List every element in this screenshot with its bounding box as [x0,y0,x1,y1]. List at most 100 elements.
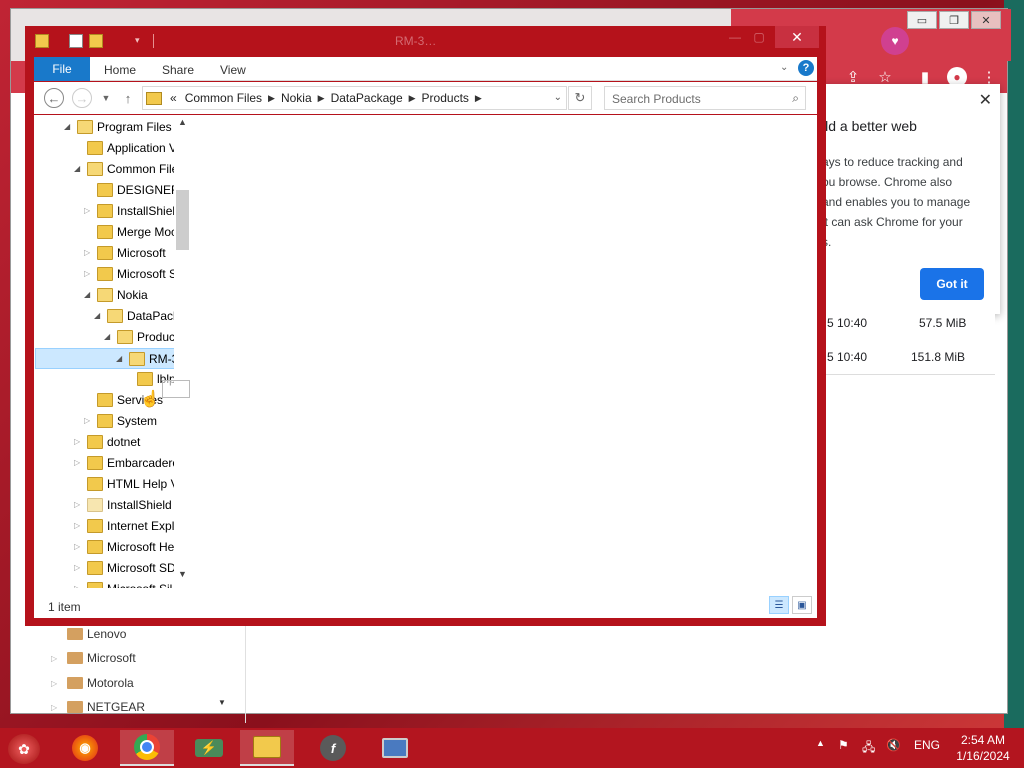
address-bar[interactable]: « Common Files ▶ Nokia ▶ DataPackage ▶ P… [142,86,567,110]
chevron-collapsed-icon[interactable]: ▷ [84,248,94,257]
tree-item[interactable]: Application V [34,138,192,159]
show-hidden-icons-icon[interactable]: ▲ [816,738,825,748]
chevron-expanded-icon[interactable]: ◢ [116,354,126,363]
tree-item[interactable]: ▷ InstallShiel [34,201,192,222]
explorer-taskbar-button[interactable] [240,730,294,766]
tree-item[interactable]: Merge Moc [34,222,192,243]
maximize-icon[interactable]: ▢ [747,30,771,48]
chevron-expanded-icon[interactable]: ◢ [84,290,94,299]
properties-icon[interactable] [69,34,83,48]
list-item[interactable]: ▷ Motorola [51,672,134,694]
battery-app-taskbar-button[interactable]: ⚡ [182,730,236,766]
scroll-down-icon[interactable]: ▼ [218,698,226,707]
close-icon[interactable]: ✕ [775,26,819,48]
tree-item[interactable]: ▷ Embarcadero [34,453,192,474]
close-icon[interactable]: ✕ [971,11,1001,29]
refresh-icon[interactable]: ↻ [568,86,592,110]
close-icon[interactable]: ✕ [979,90,992,110]
chevron-collapsed-icon[interactable]: ▷ [84,206,94,215]
tree-item[interactable]: ◢ RM-3 [35,348,190,369]
chevron-collapsed-icon[interactable]: ▷ [74,521,84,530]
tree-item[interactable]: ▷ Internet Explo [34,516,192,537]
tree-item[interactable]: DESIGNER [34,180,192,201]
tree-item[interactable]: ▷ System [34,411,192,432]
customize-toolbar-chevron-icon[interactable]: ▾ [135,35,140,46]
tree-scrollbar[interactable]: ▲ ▼ [174,115,191,588]
chevron-expanded-icon[interactable]: ◢ [104,332,114,341]
volume-muted-icon[interactable]: 🔇 [886,738,901,752]
chevron-collapsed-icon[interactable]: ▷ [74,500,84,509]
breadcrumb-segment[interactable]: Common Files [181,91,266,105]
download-row[interactable]: 5 10:40 57.5 MiB [815,306,995,340]
breadcrumb-segment[interactable]: Products [418,91,473,105]
restore-icon[interactable]: ❐ [939,11,969,29]
tab-view[interactable]: View [220,63,246,77]
breadcrumb-segment[interactable]: DataPackage [327,91,407,105]
list-item[interactable]: ▷ Microsoft [51,647,136,669]
tree-item[interactable]: ◢ Produc [34,327,192,348]
tree-item[interactable]: ▷ InstallShield I [34,495,192,516]
tree-item[interactable]: ◢ Program Files ( [34,117,192,138]
chevron-expanded-icon[interactable]: ◢ [94,311,104,320]
tree-item[interactable]: HTML Help V [34,474,192,495]
got-it-button[interactable]: Got it [920,268,984,300]
tree-item[interactable]: ▷ Microsoft He [34,537,192,558]
tree-item[interactable]: ▷ Microsoft S [34,264,192,285]
tree-item[interactable]: ▷ Microsoft SD [34,558,192,579]
firefox-taskbar-button[interactable]: ◉ [58,730,112,766]
tab-file[interactable]: File [34,57,90,81]
expand-ribbon-chevron-icon[interactable]: ⌄ [780,62,788,73]
details-view-icon[interactable]: ☰ [769,596,789,614]
up-arrow-icon[interactable]: ↑ [118,88,138,108]
search-icon[interactable]: ⌕ [792,91,799,106]
chevron-expanded-icon[interactable]: ◢ [64,122,74,131]
language-indicator[interactable]: ENG [914,738,940,752]
minimize-icon[interactable]: ▭ [907,11,937,29]
search-input[interactable]: Search Products ⌕ [604,86,806,110]
list-item[interactable]: ▷ NETGEAR [51,696,145,718]
breadcrumb-separator-icon[interactable]: ▶ [266,93,277,104]
tree-item[interactable]: ◢ Common File [34,159,192,180]
clock[interactable]: 2:54 AM 1/16/2024 [950,732,1016,764]
address-history-chevron-icon[interactable]: ⌄ [554,92,562,103]
tab-home[interactable]: Home [104,63,136,77]
help-icon[interactable]: ? [798,60,814,76]
list-item[interactable]: Lenovo [51,623,126,645]
tree-item[interactable]: ▷ dotnet [34,432,192,453]
flash-taskbar-button[interactable]: f [306,730,360,766]
scroll-up-icon[interactable]: ▲ [178,117,187,127]
breadcrumb-separator-icon[interactable]: ▶ [407,93,418,104]
remote-desktop-taskbar-button[interactable] [368,730,422,766]
back-arrow-icon[interactable]: ← [44,88,64,108]
chevron-collapsed-icon[interactable]: ▷ [84,269,94,278]
scroll-down-icon[interactable]: ▼ [178,569,187,579]
download-row[interactable]: 5 10:40 151.8 MiB [815,340,995,374]
tree-item[interactable]: ◢ DataPack [34,306,192,327]
heart-extension-icon[interactable]: ♥ [881,27,909,55]
chrome-taskbar-button[interactable] [120,730,174,766]
tree-item[interactable]: ◢ Nokia [34,285,192,306]
chevron-expanded-icon[interactable]: ◢ [74,164,84,173]
breadcrumb-segment[interactable]: Nokia [277,91,316,105]
recent-locations-chevron-icon[interactable]: ▼ [96,88,116,108]
breadcrumb-overflow[interactable]: « [166,91,181,105]
minimize-icon[interactable]: — [723,30,747,48]
forward-arrow-icon[interactable]: → [72,88,92,108]
tab-share[interactable]: Share [162,63,194,77]
breadcrumb-separator-icon[interactable]: ▶ [473,93,484,104]
network-icon[interactable]: 🖧 [862,738,875,759]
scrollbar-thumb[interactable] [176,190,189,250]
new-folder-icon[interactable] [89,34,103,48]
file-explorer-window[interactable]: ▾ RM-3… — ▢ ✕ File Home Share View ⌄ ? ←… [25,26,826,626]
action-center-flag-icon[interactable]: ⚑ [838,738,849,752]
chevron-collapsed-icon[interactable]: ▷ [74,437,84,446]
tree-item[interactable]: ▷ Microsoft [34,243,192,264]
breadcrumb-separator-icon[interactable]: ▶ [316,93,327,104]
chevron-collapsed-icon[interactable]: ▷ [74,563,84,572]
chevron-collapsed-icon[interactable]: ▷ [74,458,84,467]
large-icons-view-icon[interactable]: ▣ [792,596,812,614]
chevron-collapsed-icon[interactable]: ▷ [74,542,84,551]
explorer-titlebar[interactable]: ▾ RM-3… — ▢ ✕ [25,26,826,56]
chevron-collapsed-icon[interactable]: ▷ [84,416,94,425]
file-list-pane[interactable] [192,115,817,588]
